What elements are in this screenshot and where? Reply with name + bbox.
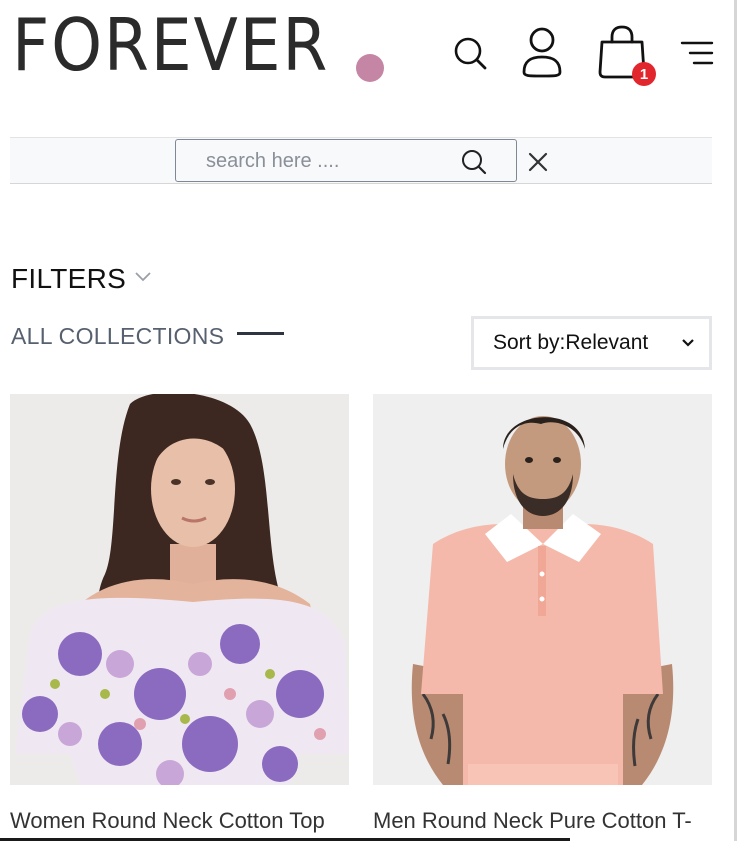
product-name[interactable]: Men Round Neck Pure Cotton T-: [373, 807, 712, 835]
sort-dropdown[interactable]: Sort by:Relevant: [471, 316, 712, 370]
search-icon[interactable]: [450, 34, 490, 74]
brand-dot: [356, 54, 384, 82]
search-input[interactable]: [206, 148, 456, 174]
chevron-down-icon: [135, 272, 151, 282]
search-submit-icon[interactable]: [460, 148, 488, 176]
brand-name: FOREVER: [12, 3, 330, 87]
cart-count-badge: 1: [632, 62, 656, 86]
collection-title: ALL COLLECTIONS: [11, 323, 225, 349]
product-card[interactable]: Men Round Neck Pure Cotton T-: [373, 394, 712, 835]
product-name[interactable]: Women Round Neck Cotton Top: [10, 807, 349, 835]
menu-icon[interactable]: [680, 40, 714, 66]
user-icon[interactable]: [518, 26, 566, 80]
close-search-icon[interactable]: [527, 151, 549, 173]
shopping-bag-icon[interactable]: 1: [595, 24, 656, 86]
brand-logo[interactable]: FOREVER: [12, 6, 364, 84]
product-image[interactable]: [373, 394, 712, 785]
product-image[interactable]: [10, 394, 349, 785]
search-box: [175, 139, 517, 182]
collection-heading: ALL COLLECTIONS: [11, 322, 285, 350]
sort-selected-value: Sort by:Relevant: [493, 331, 649, 354]
filters-label: FILTERS: [11, 263, 127, 294]
filters-toggle[interactable]: FILTERS: [11, 262, 152, 296]
title-underline: [237, 331, 285, 335]
product-card[interactable]: Women Round Neck Cotton Top: [10, 394, 349, 835]
chevron-down-icon: [682, 339, 694, 347]
site-header: FOREVER 1: [0, 0, 737, 100]
